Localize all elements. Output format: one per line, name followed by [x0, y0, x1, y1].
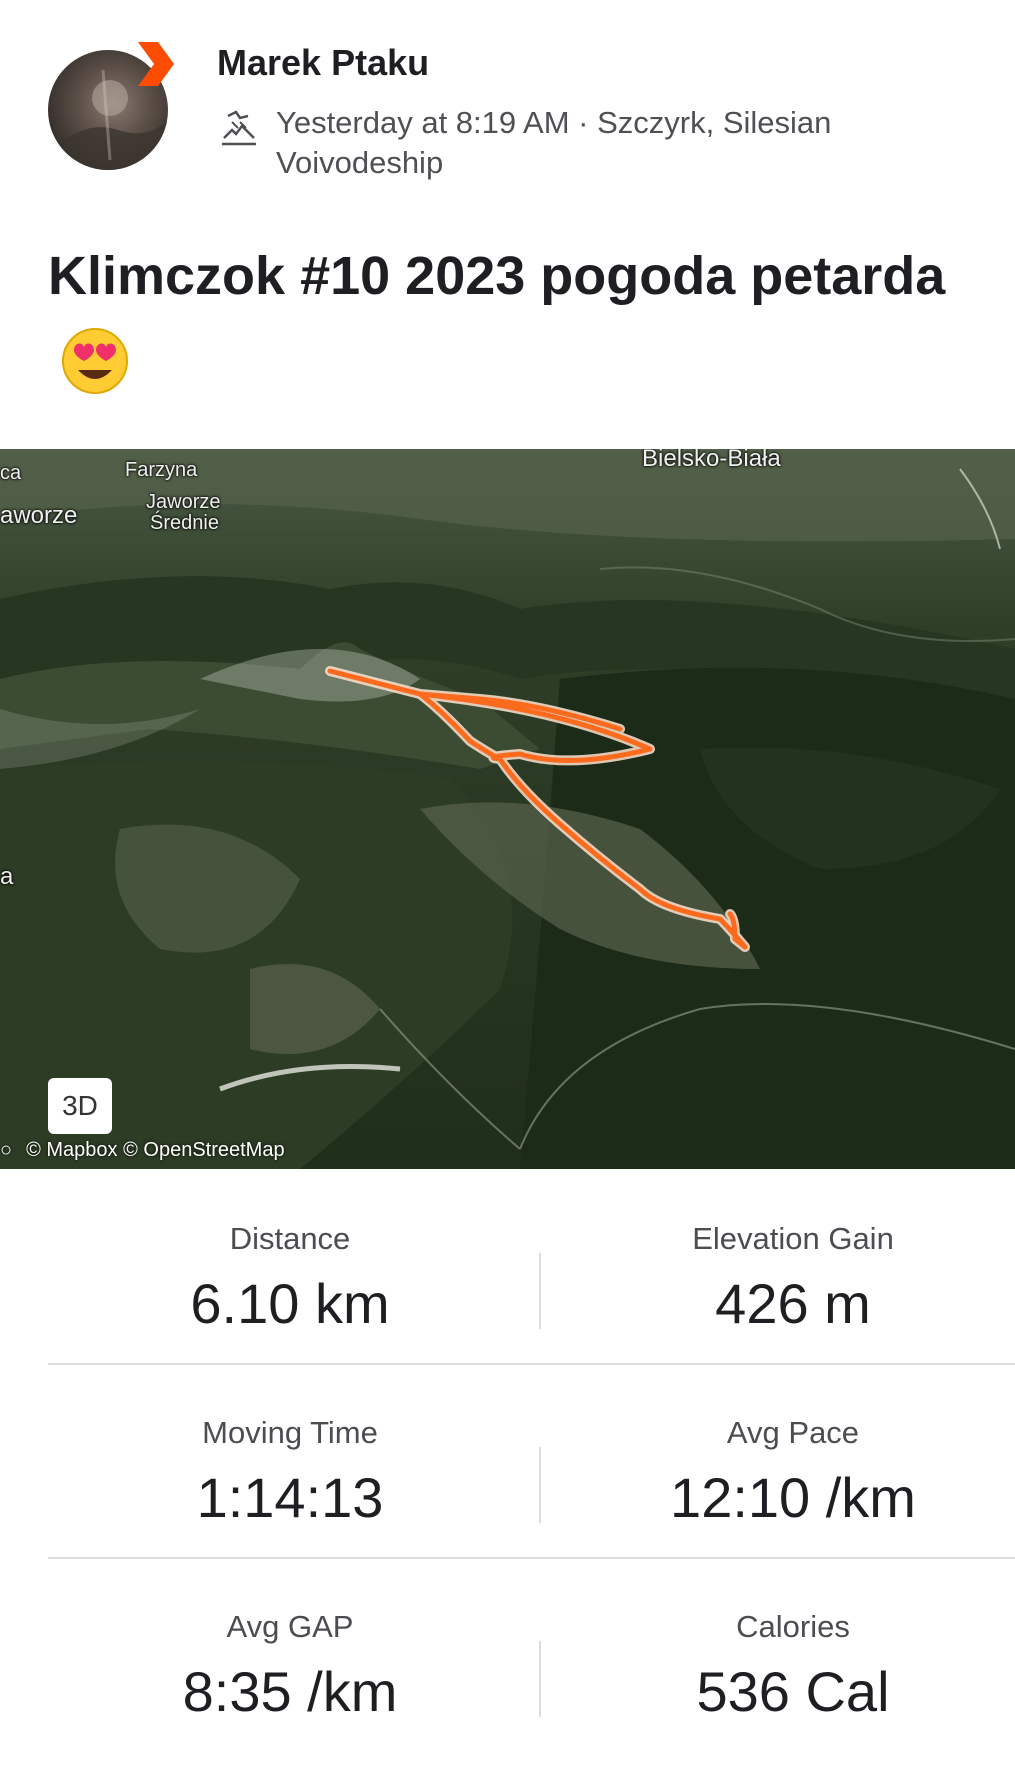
- stat-label: Avg Pace: [726, 1415, 860, 1450]
- attribution-text: © Mapbox © OpenStreetMap: [26, 1139, 285, 1161]
- stat-label: Moving Time: [202, 1415, 378, 1450]
- subscriber-badge-icon: [138, 42, 174, 86]
- stat-label: Elevation Gain: [692, 1221, 894, 1256]
- stat-value: 426 m: [715, 1272, 871, 1335]
- map-label-jaworze: aworze: [0, 502, 78, 529]
- map-label-a: a: [0, 863, 14, 890]
- activity-header: Marek Ptaku Yesterday at 8:19 AM · Szczy…: [0, 0, 1015, 420]
- stat-value: 536 Cal: [696, 1660, 890, 1723]
- attribution-info-icon[interactable]: ○: [0, 1139, 12, 1161]
- stat-value: 1:14:13: [196, 1466, 384, 1529]
- athlete-name[interactable]: Marek Ptaku: [217, 42, 429, 84]
- map-terrain: [0, 449, 1015, 1169]
- stat-value: 8:35 /km: [182, 1660, 398, 1723]
- stat-label: Avg GAP: [226, 1609, 354, 1644]
- stats-row-1: Distance 6.10 km Elevation Gain 426 m: [48, 1169, 1015, 1365]
- stat-elevation-gain: Elevation Gain 426 m: [538, 1169, 1015, 1363]
- stat-label: Calories: [736, 1609, 850, 1644]
- stat-avg-gap: Avg GAP 8:35 /km: [0, 1557, 580, 1751]
- stat-label: Distance: [229, 1221, 351, 1256]
- map-label-farzyna: Farzyna: [125, 459, 198, 481]
- stat-avg-pace: Avg Pace 12:10 /km: [538, 1363, 1015, 1557]
- stat-calories: Calories 536 Cal: [538, 1557, 1015, 1751]
- heart-eyes-emoji-icon: [62, 328, 128, 394]
- hike-icon: [222, 110, 256, 146]
- activity-meta: Yesterday at 8:19 AM · Szczyrk, Silesian…: [276, 105, 832, 180]
- stat-value: 6.10 km: [190, 1272, 390, 1335]
- map-attribution[interactable]: ○ © Mapbox © OpenStreetMap: [0, 1139, 285, 1162]
- map-3d-button[interactable]: 3D: [48, 1078, 112, 1134]
- map-label-ca: ca: [0, 462, 22, 484]
- route-map[interactable]: Bielsko-Biała Farzyna Jaworze Średnie ca…: [0, 449, 1015, 1169]
- activity-title: Klimczok #10 2023 pogoda petarda: [48, 232, 968, 408]
- stat-distance: Distance 6.10 km: [0, 1169, 580, 1363]
- map-label-bielsko-biala: Bielsko-Biała: [642, 449, 781, 472]
- stat-moving-time: Moving Time 1:14:13: [0, 1363, 580, 1557]
- stat-value: 12:10 /km: [670, 1466, 916, 1529]
- activity-title-text: Klimczok #10 2023 pogoda petarda: [48, 246, 946, 306]
- map-label-jaworze-srednie-line1: Jaworze: [146, 491, 221, 513]
- stats-grid: Distance 6.10 km Elevation Gain 426 m Mo…: [0, 1169, 1015, 1772]
- stats-row-2: Moving Time 1:14:13 Avg Pace 12:10 /km: [48, 1363, 1015, 1559]
- stats-row-3: Avg GAP 8:35 /km Calories 536 Cal: [48, 1557, 1015, 1751]
- map-label-jaworze-srednie-line2: Średnie: [150, 512, 219, 534]
